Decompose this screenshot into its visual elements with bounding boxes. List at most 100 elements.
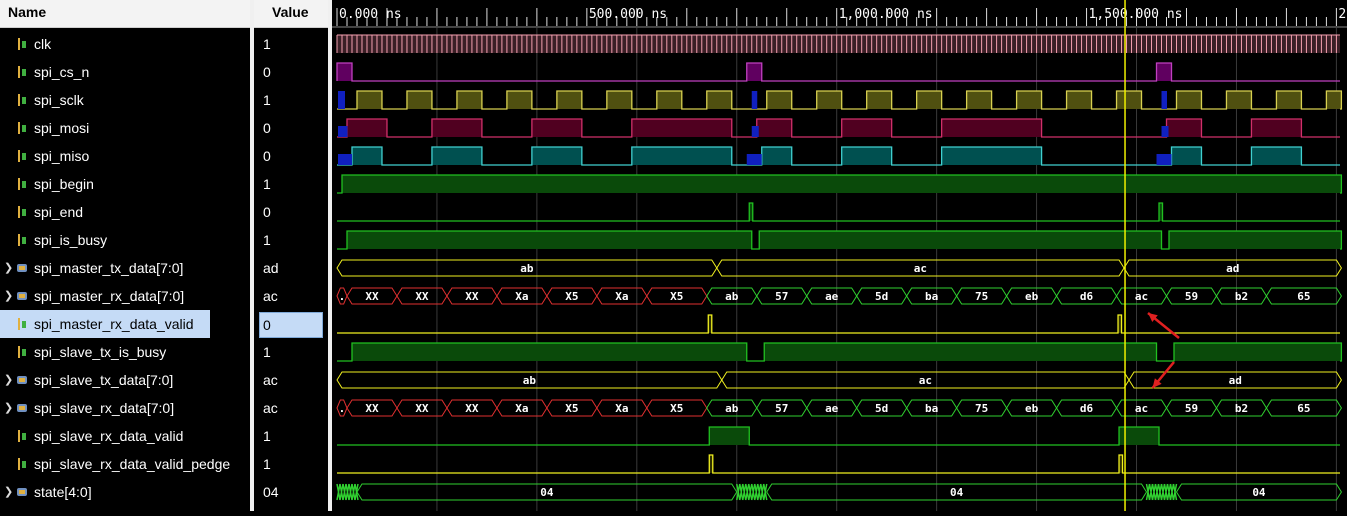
slave-rx-valid-wave-fill (709, 427, 750, 445)
bit-signal-icon (18, 122, 26, 134)
waveform-pane[interactable]: 0.000 ns 500.000 ns 1,000.000 ns 1,500.000 … (332, 0, 1347, 511)
signal-row-clk[interactable]: clk (0, 30, 250, 58)
sclk-wave-fill (1016, 91, 1042, 109)
bit-signal-icon (18, 346, 26, 358)
slave-tx-bus-value: ac (919, 374, 932, 387)
signal-row-spi-mosi[interactable]: spi_mosi (0, 114, 250, 142)
bus-signal-icon (17, 404, 27, 412)
slave-rx-bus-value: 75 (975, 402, 988, 415)
expand-chevron-icon[interactable]: ❯ (4, 394, 13, 422)
signal-row-spi-sclk[interactable]: spi_sclk (0, 86, 250, 114)
signal-row-spi-master-rx-data-valid[interactable]: spi_master_rx_data_valid (0, 310, 210, 338)
signal-value[interactable]: 0 (254, 198, 328, 226)
state-transition (1160, 483, 1166, 501)
signal-row-spi-master-rx-data-7-0[interactable]: ❯ spi_master_rx_data[7:0] (0, 282, 250, 310)
signal-value[interactable]: 0 (254, 114, 328, 142)
signal-value[interactable]: 0 (254, 58, 328, 86)
signal-row-spi-slave-rx-data-7-0[interactable]: ❯ spi_slave_rx_data[7:0] (0, 394, 250, 422)
signal-row-spi-slave-tx-data-7-0[interactable]: ❯ spi_slave_tx_data[7:0] (0, 366, 250, 394)
signal-row-spi-end[interactable]: spi_end (0, 198, 250, 226)
signal-name: spi_master_tx_data[7:0] (34, 260, 184, 276)
waveform-canvas[interactable]: 0.000 ns 500.000 ns 1,000.000 ns 1,500.000 … (332, 0, 1347, 511)
bit-signal-icon (18, 150, 26, 162)
signal-value[interactable]: 1 (254, 226, 328, 254)
signal-value[interactable]: 0 (259, 312, 323, 338)
signal-value[interactable]: 0 (254, 142, 328, 170)
signal-name: spi_slave_rx_data_valid_pedge (34, 456, 231, 472)
signal-row-spi-slave-tx-is-busy[interactable]: spi_slave_tx_is_busy (0, 338, 250, 366)
bit-signal-icon (18, 318, 26, 330)
master-rx-bus-value: ae (825, 290, 839, 303)
signal-value[interactable]: 04 (254, 478, 328, 506)
busy-wave-fill (759, 231, 1162, 249)
master-rx-bus-value: XX (415, 290, 429, 303)
bit-signal-icon (18, 206, 26, 218)
value-header[interactable]: Value (254, 0, 328, 28)
master-rx-bus-value: X5 (565, 290, 578, 303)
miso-wave-fill (431, 147, 482, 165)
expand-chevron-icon[interactable]: ❯ (4, 282, 13, 310)
slave-rx-bus-value: 65 (1297, 402, 1310, 415)
state-transition (1166, 483, 1172, 501)
signal-value[interactable]: 1 (254, 170, 328, 198)
master-rx-bus-value: 57 (775, 290, 788, 303)
state-transition (342, 483, 347, 501)
mosi-wave-fill (1166, 119, 1202, 137)
miso-wave-fill (351, 147, 382, 165)
signal-value[interactable]: ac (254, 366, 328, 394)
signal-row-spi-miso[interactable]: spi_miso (0, 142, 250, 170)
sclk-wave-fill (706, 91, 732, 109)
slave-rx-bus-value: XX (465, 402, 479, 415)
signal-value[interactable]: ad (254, 254, 328, 282)
state-transition (739, 483, 744, 501)
signal-row-state-4-0[interactable]: ❯ state[4:0] (0, 478, 250, 506)
sclk-wave-fill (1326, 91, 1342, 109)
signal-row-spi-begin[interactable]: spi_begin (0, 170, 250, 198)
signal-row-spi-slave-rx-data-valid-pedge[interactable]: spi_slave_rx_data_valid_pedge (0, 450, 250, 478)
value-header-label: Value (272, 4, 309, 20)
signal-value[interactable]: 1 (254, 30, 328, 58)
signal-row-spi-cs-n[interactable]: spi_cs_n (0, 58, 250, 86)
signal-value[interactable]: 1 (254, 86, 328, 114)
sclk-wave-fill (766, 91, 792, 109)
expand-chevron-icon[interactable]: ❯ (4, 478, 13, 506)
ruler-time-label: 500.000 ns (589, 7, 667, 22)
slave-rx-bus-value: ae (825, 402, 839, 415)
signal-value[interactable]: 1 (254, 338, 328, 366)
bit-signal-icon (18, 458, 26, 470)
signal-name: spi_begin (34, 176, 94, 192)
mosi-wave-fill (941, 119, 1042, 137)
state-transition (1154, 483, 1160, 501)
signal-value[interactable]: ac (254, 282, 328, 310)
sclk-wave-fill (916, 91, 942, 109)
expand-chevron-icon[interactable]: ❯ (4, 366, 13, 394)
sclk-blip (337, 91, 345, 109)
miso-wave-fill (841, 147, 892, 165)
ruler-time-label: 0.000 ns (339, 7, 402, 22)
signal-name: spi_master_rx_data[7:0] (34, 288, 185, 304)
slave-rx-bus-value: d6 (1080, 402, 1094, 415)
ruler-time-label: 1,500.000 ns (1089, 7, 1183, 22)
signal-row-spi-master-tx-data-7-0[interactable]: ❯ spi_master_tx_data[7:0] (0, 254, 250, 282)
sclk-blip (751, 91, 758, 109)
bit-signal-icon (18, 178, 26, 190)
signal-row-spi-slave-rx-data-valid[interactable]: spi_slave_rx_data_valid (0, 422, 250, 450)
slave-rx-bus-value: Xa (515, 402, 528, 415)
name-header[interactable]: Name (0, 0, 250, 28)
signal-value[interactable]: ac (254, 394, 328, 422)
slave-rx-bus-value: 5d (875, 402, 888, 415)
signal-row-spi-is-busy[interactable]: spi_is_busy (0, 226, 250, 254)
sclk-wave-fill (866, 91, 892, 109)
state-transition (1157, 483, 1163, 501)
miso-wave-fill (531, 147, 582, 165)
sclk-wave-fill (556, 91, 582, 109)
master-tx-bus-value: ad (1226, 262, 1239, 275)
miso-wave-fill (1171, 147, 1202, 165)
slave-rx-bus-value: X5 (565, 402, 578, 415)
signal-value[interactable]: 1 (254, 450, 328, 478)
sclk-wave-fill (656, 91, 682, 109)
clk-wave (336, 35, 1337, 53)
signal-value[interactable]: 1 (254, 422, 328, 450)
expand-chevron-icon[interactable]: ❯ (4, 254, 13, 282)
state-transition (760, 483, 765, 501)
